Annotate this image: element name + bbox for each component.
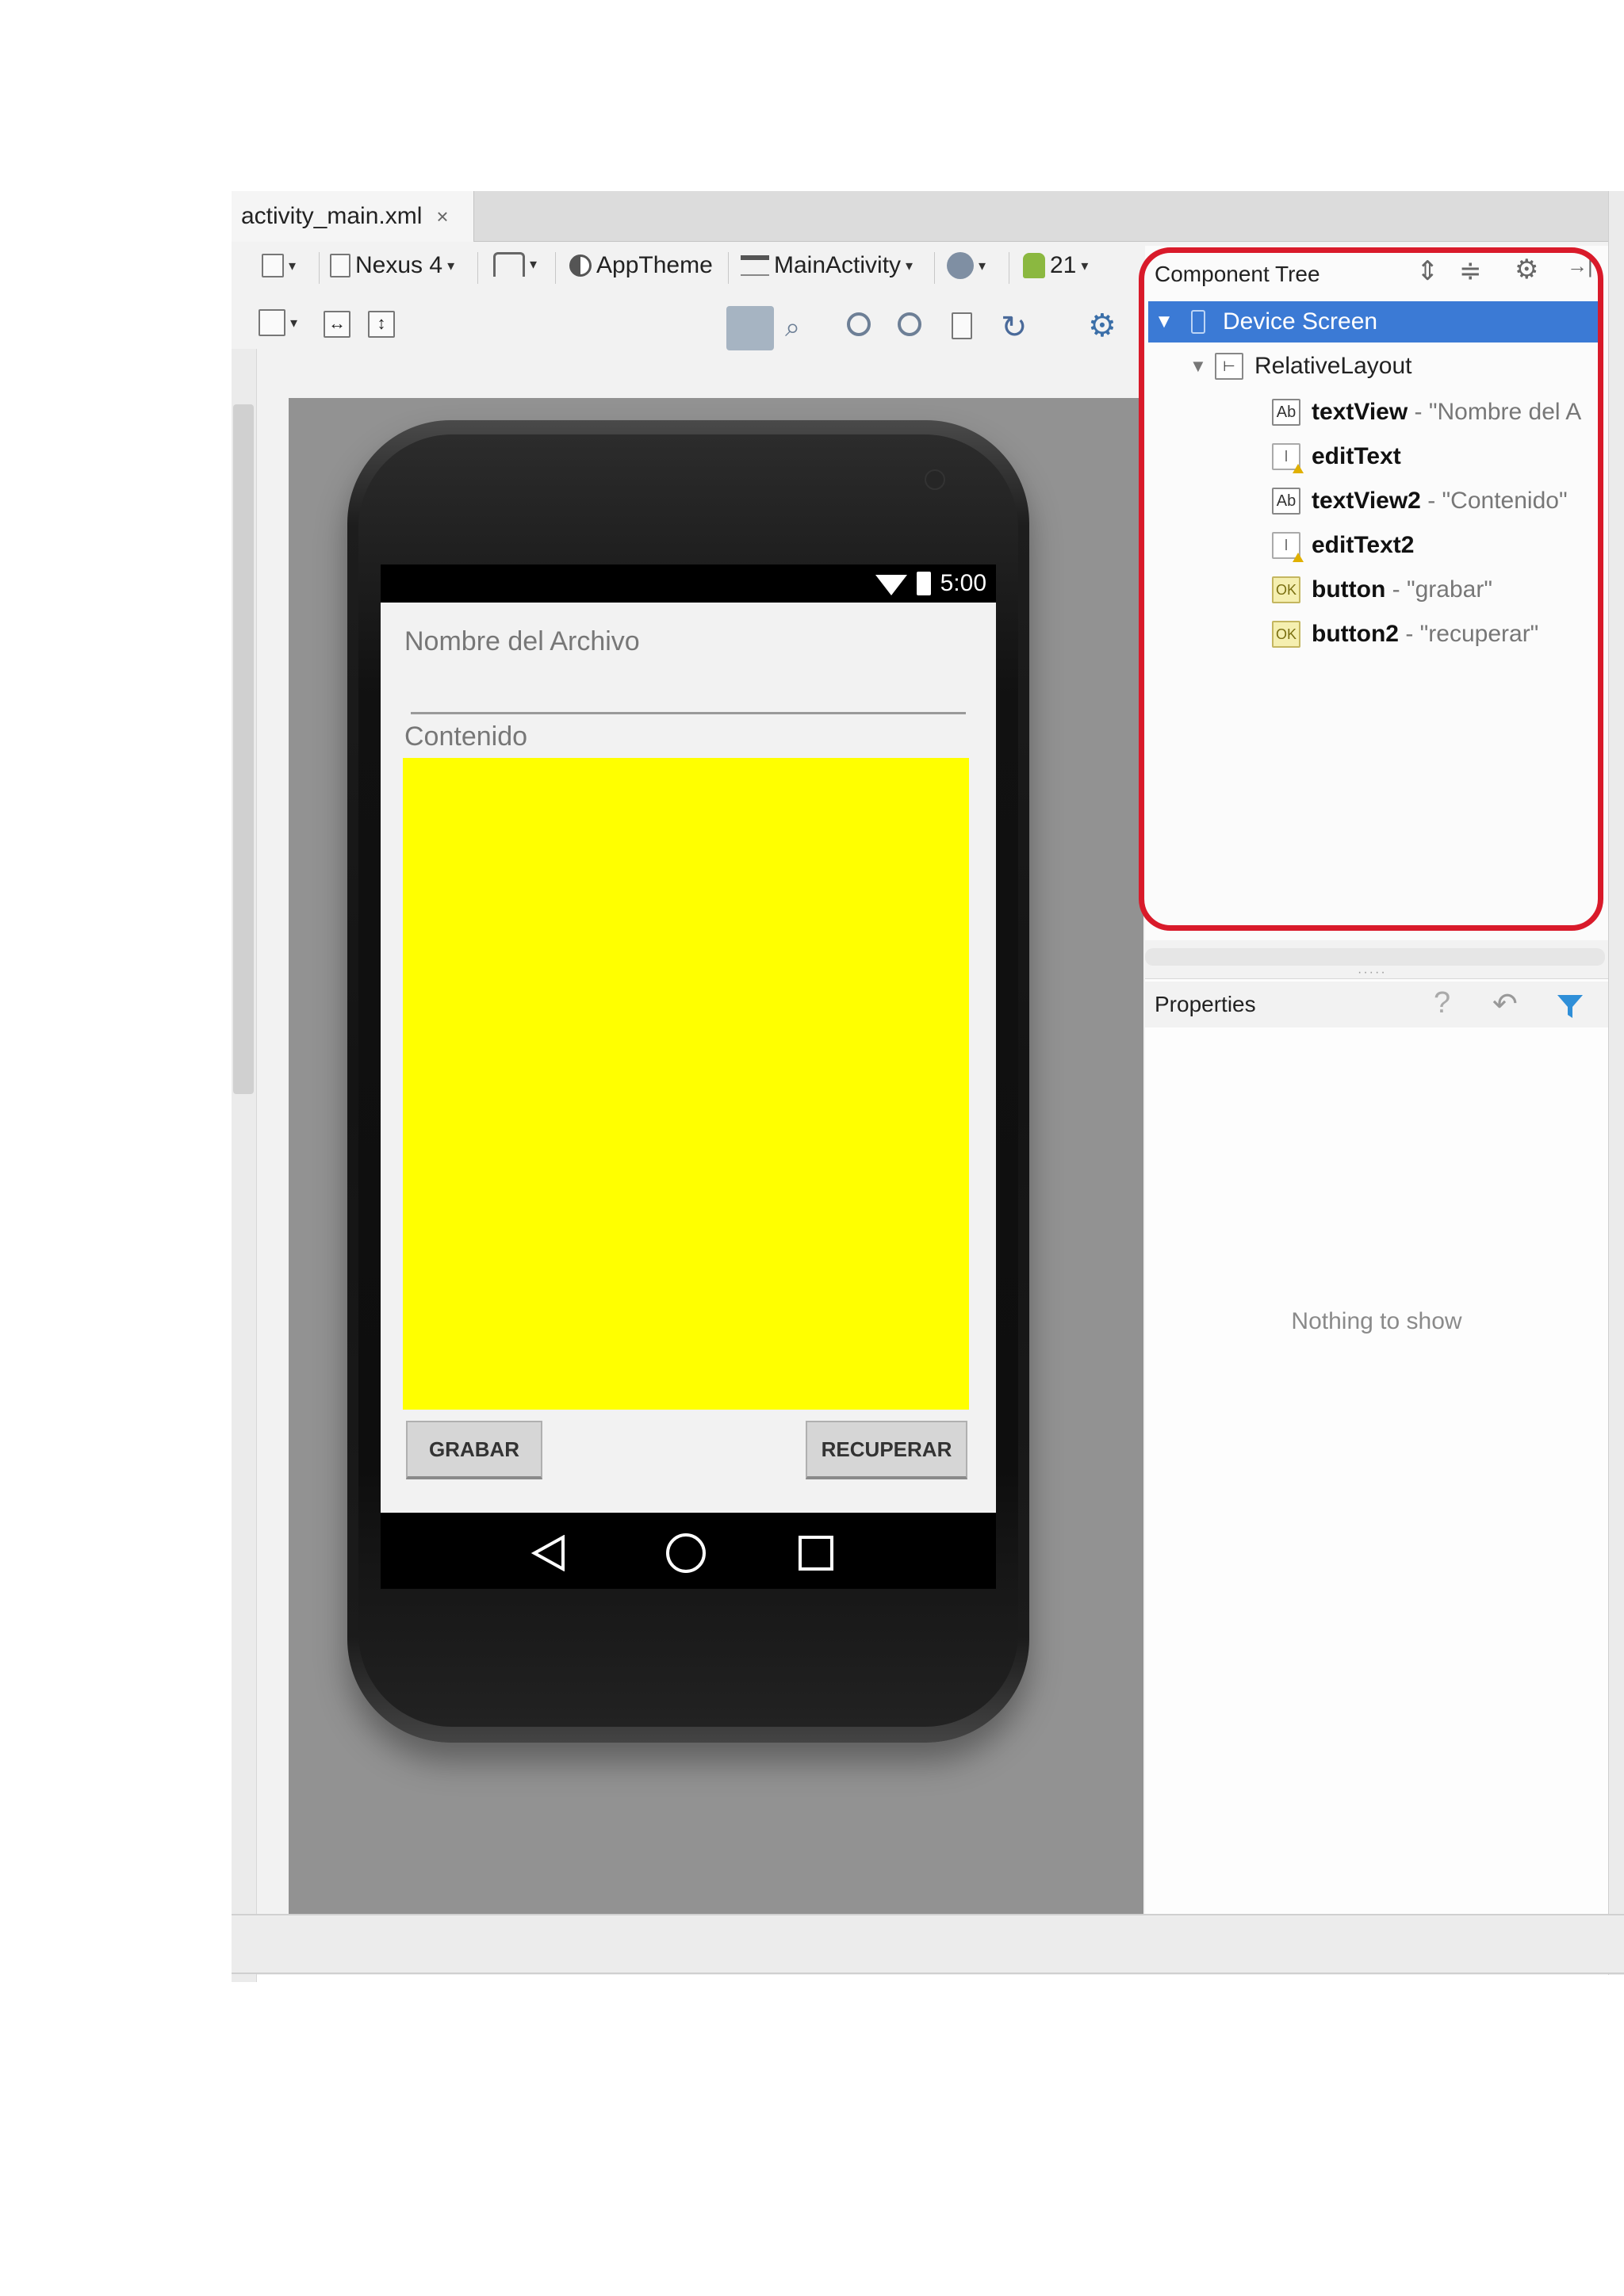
- api-level-label: 21: [1050, 252, 1077, 278]
- fill-width-button[interactable]: ↔: [324, 311, 350, 338]
- grabar-button[interactable]: GRABAR: [406, 1421, 542, 1479]
- horizontal-scrollbar[interactable]: [1145, 948, 1605, 966]
- zoom-mode-dropdown[interactable]: ▾: [259, 309, 297, 336]
- horizontal-arrows-icon: ↔: [324, 311, 350, 338]
- close-icon[interactable]: ×: [436, 205, 448, 229]
- activity-icon: [741, 255, 769, 276]
- chevron-down-icon: ▾: [906, 257, 914, 274]
- properties-header: Properties: [1145, 982, 1608, 1027]
- recuperar-button[interactable]: RECUPERAR: [806, 1421, 967, 1479]
- locale-dropdown[interactable]: ▾: [947, 252, 986, 279]
- camera-icon: [925, 469, 945, 490]
- file-icon: [262, 254, 284, 277]
- chevron-down-icon: ▾: [1081, 257, 1089, 274]
- new-file-dropdown[interactable]: ▾: [262, 254, 296, 277]
- wifi-icon: [875, 575, 907, 595]
- theme-label: AppTheme: [596, 252, 713, 278]
- back-icon[interactable]: [531, 1535, 566, 1571]
- toolbar-divider: [319, 252, 320, 284]
- chevron-down-icon: ▾: [530, 256, 538, 272]
- orientation-dropdown[interactable]: ▾: [493, 252, 537, 277]
- fill-height-button[interactable]: ↕: [368, 311, 395, 338]
- status-strip: [232, 1914, 1624, 1974]
- toolbar-divider: [728, 252, 729, 284]
- settings-button[interactable]: ⚙: [1088, 308, 1116, 344]
- document-icon: [952, 312, 972, 339]
- activity-label: MainActivity: [774, 252, 902, 278]
- battery-icon: [916, 572, 931, 595]
- device-icon: [330, 254, 350, 277]
- chevron-down-icon: ▾: [290, 314, 298, 331]
- editor-tab-activity-main[interactable]: activity_main.xml ×: [232, 191, 474, 242]
- editor-tab-label: activity_main.xml: [241, 203, 423, 229]
- properties-panel: [1145, 978, 1608, 1914]
- refresh-button[interactable]: ↻: [1001, 309, 1028, 346]
- toolbar-divider: [934, 252, 935, 284]
- magnifier-icon: ⌕: [785, 312, 801, 342]
- help-icon[interactable]: ?: [1434, 986, 1450, 1020]
- properties-empty-text: Nothing to show: [1291, 1308, 1462, 1334]
- vertical-arrows-icon: ↕: [368, 311, 395, 338]
- toolbar-divider: [555, 252, 556, 284]
- edit-text-contenido[interactable]: [403, 758, 969, 1410]
- navigation-bar: [381, 1513, 996, 1589]
- properties-title: Properties: [1155, 992, 1256, 1016]
- zoom-actual-button[interactable]: ⌕: [785, 312, 800, 343]
- home-icon[interactable]: [665, 1532, 707, 1575]
- gear-icon: ⚙: [1088, 308, 1116, 343]
- device-dropdown[interactable]: Nexus 4 ▾: [330, 252, 454, 279]
- text-view-contenido[interactable]: Contenido: [404, 721, 527, 752]
- device-label: Nexus 4: [355, 252, 443, 278]
- pan-mode-button[interactable]: [726, 306, 774, 350]
- globe-icon: [947, 252, 974, 279]
- zoom-in-button[interactable]: [847, 312, 871, 336]
- zoom-in-icon: [847, 312, 871, 336]
- recent-apps-icon[interactable]: [798, 1535, 834, 1571]
- text-view-nombre[interactable]: Nombre del Archivo: [404, 626, 640, 657]
- theme-button[interactable]: AppTheme: [569, 252, 713, 279]
- activity-dropdown[interactable]: MainActivity ▾: [741, 252, 913, 279]
- api-level-dropdown[interactable]: 21 ▾: [1023, 252, 1088, 279]
- orientation-icon: [493, 252, 525, 277]
- chevron-down-icon: ▾: [289, 257, 297, 274]
- android-icon: [1023, 253, 1045, 278]
- highlight-annotation: [1139, 247, 1603, 931]
- status-time: 5:00: [940, 570, 986, 596]
- chevron-down-icon: ▾: [979, 257, 986, 274]
- right-tool-strip: [1608, 191, 1624, 1975]
- toolbar-divider: [477, 252, 478, 284]
- undo-icon[interactable]: ↶: [1492, 986, 1518, 1022]
- status-bar: 5:00: [381, 564, 996, 603]
- zoom-fit-icon: [259, 309, 285, 336]
- zoom-out-icon: [898, 312, 921, 336]
- theme-icon: [569, 254, 592, 277]
- filter-icon[interactable]: [1556, 993, 1584, 1021]
- refresh-icon: ↻: [1001, 310, 1028, 345]
- chevron-down-icon: ▾: [447, 257, 455, 274]
- zoom-out-button[interactable]: [898, 312, 921, 336]
- edit-text-nombre[interactable]: [411, 712, 966, 714]
- scrollbar-thumb[interactable]: [233, 404, 254, 1094]
- screenshot-button[interactable]: [952, 312, 972, 339]
